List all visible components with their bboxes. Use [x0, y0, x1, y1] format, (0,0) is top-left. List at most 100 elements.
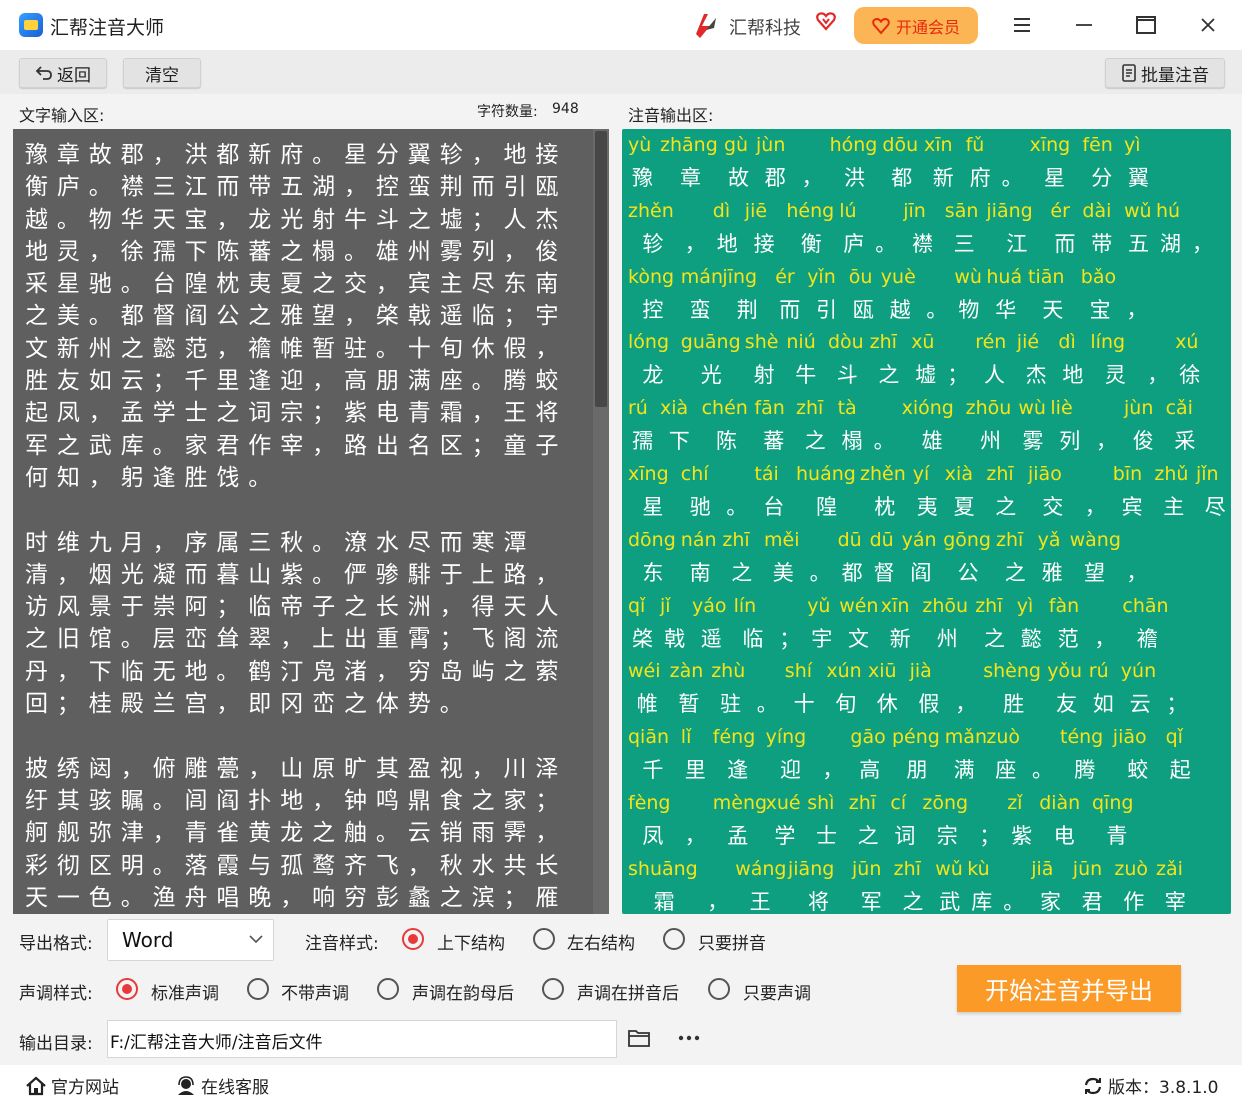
hanzi-char: 之 — [878, 363, 900, 388]
tone-radio-2[interactable] — [377, 978, 399, 1000]
pinyin-syllable: wǔ — [935, 857, 963, 880]
hanzi-char: 台 — [763, 495, 785, 519]
export-format-value: Word — [122, 928, 174, 952]
char-count-value: 948 — [552, 101, 579, 117]
pinyin-syllable: wéi — [628, 660, 661, 683]
input-area-label: 文字输入区: — [19, 106, 105, 125]
pinyin-syllable: gù — [724, 134, 749, 156]
clear-label: 清空 — [145, 65, 179, 86]
tone-option-2[interactable]: 声调在韵母后 — [412, 979, 514, 1004]
tone-radio-3[interactable] — [542, 978, 564, 1000]
maximize-icon[interactable] — [1131, 10, 1161, 40]
hanzi-char: 孺 — [632, 429, 653, 454]
tone-option-3[interactable]: 声调在拼音后 — [577, 979, 679, 1004]
hanzi-char: ， — [684, 824, 706, 848]
pinyin-syllable: shè — [744, 331, 779, 354]
pinyin-syllable: zàn — [669, 660, 704, 683]
hanzi-char: ， — [955, 692, 977, 717]
hanzi-char: 衡 — [800, 231, 822, 256]
style-option-2[interactable]: 只要拼音 — [698, 929, 766, 954]
batch-button[interactable]: 批量注音 — [1105, 58, 1225, 88]
pinyin-syllable: sān — [944, 199, 979, 222]
back-button[interactable]: 返回 — [19, 58, 107, 88]
input-scrollbar[interactable] — [593, 129, 609, 914]
hanzi-char: 帷 — [636, 692, 658, 717]
pinyin-syllable: qǐ — [1165, 726, 1183, 749]
pinyin-syllable: tái — [754, 463, 779, 485]
pinyin-syllable: shuāng — [628, 857, 698, 880]
vip-heart-icon — [872, 17, 890, 35]
tone-option-4[interactable]: 只要声调 — [743, 979, 811, 1004]
hanzi-char: ， — [1094, 626, 1116, 651]
hanzi-char: 光 — [700, 363, 722, 388]
minimize-icon[interactable] — [1069, 10, 1099, 40]
hanzi-char: 军 — [860, 889, 882, 914]
tone-option-0[interactable]: 标准声调 — [151, 979, 219, 1004]
pinyin-syllable: fèng — [628, 792, 671, 814]
hanzi-char: ； — [947, 363, 969, 388]
start-export-button[interactable]: 开始注音并导出 — [957, 965, 1181, 1012]
tone-radio-0[interactable] — [116, 978, 138, 1000]
pinyin-syllable: zhōu — [965, 397, 1012, 420]
official-site-link[interactable]: 官方网站 — [25, 1073, 119, 1098]
pinyin-syllable: yáo — [692, 594, 727, 617]
hanzi-char: 俊 — [1132, 429, 1154, 454]
output-dir-field[interactable]: F:/汇帮注音大师/注音后文件 — [107, 1020, 617, 1058]
hanzi-char: 暂 — [678, 692, 700, 717]
hanzi-char: 庐 — [843, 231, 865, 256]
hanzi-char: 瓯 — [852, 297, 874, 322]
output-row: kòng 控 mán 蛮 jīng 荆 ér 而 yǐn 引 ōu 瓯 yuè 越。 wù 物 huá 华 tiān… — [628, 266, 1228, 326]
vip-button[interactable]: 开通会员 — [854, 7, 978, 44]
input-text[interactable]: 豫章故郡，洪都新府。星分翼轸，地接衡庐。襟三江而带五湖，控蛮荆而引瓯越。物华天宝… — [25, 139, 590, 914]
hanzi-char: 豫 — [632, 166, 653, 190]
style-radio-1[interactable] — [533, 928, 555, 950]
hanzi-char: ， — [1084, 495, 1106, 519]
style-option-0[interactable]: 上下结构 — [437, 929, 505, 954]
pinyin-syllable: tà — [837, 397, 857, 420]
style-radio-0[interactable] — [402, 928, 424, 950]
pinyin-syllable: jiāo — [1112, 726, 1147, 749]
hanzi-char: 词 — [894, 824, 916, 848]
pinyin-syllable: dài — [1082, 199, 1112, 222]
hanzi-char: 驰 — [689, 495, 711, 519]
export-format-select[interactable]: Word — [107, 919, 274, 961]
folder-icon[interactable] — [627, 1028, 651, 1048]
pinyin-syllable: shèng — [983, 660, 1041, 683]
pinyin-syllable: wù — [954, 265, 982, 288]
tone-radio-4[interactable] — [708, 978, 730, 1000]
style-option-1[interactable]: 左右结构 — [567, 929, 635, 954]
menu-icon[interactable] — [1007, 10, 1037, 40]
pinyin-syllable: dì — [712, 199, 731, 222]
hanzi-char: 之 — [804, 429, 826, 454]
text-input-area[interactable]: 豫章故郡，洪都新府。星分翼轸，地接衡庐。襟三江而带五湖，控蛮荆而引瓯越。物华天宝… — [13, 129, 609, 914]
close-icon[interactable] — [1193, 10, 1223, 40]
tone-radio-1[interactable] — [247, 978, 269, 1000]
tone-option-1[interactable]: 不带声调 — [281, 979, 349, 1004]
app-logo-icon — [19, 13, 43, 37]
pinyin-syllable: zhù — [711, 660, 746, 683]
hanzi-char: 。 — [726, 495, 748, 519]
clear-button[interactable]: 清空 — [123, 58, 201, 88]
pinyin-syllable: mǎn — [944, 726, 987, 749]
hanzi-char: 之 — [984, 626, 1005, 651]
hanzi-char: 阎 — [910, 560, 932, 585]
hanzi-char: 故 — [728, 166, 749, 190]
home-icon — [26, 1076, 46, 1095]
more-icon[interactable] — [678, 1035, 700, 1041]
char-count-label: 字符数量: — [477, 104, 538, 120]
hanzi-char: 榻 — [841, 429, 863, 454]
pinyin-syllable: chān — [1122, 594, 1169, 617]
hanzi-char: 华 — [995, 297, 1017, 322]
hanzi-char: 懿 — [1020, 626, 1042, 651]
input-scrollbar-thumb[interactable] — [595, 131, 607, 407]
style-radio-2[interactable] — [663, 928, 685, 950]
pinyin-syllable: rén — [975, 331, 1007, 354]
hanzi-char: 州 — [980, 429, 1001, 454]
output-row: qiān 千 lǐ 里 féng 逢 yíng 迎 ， gāo 高 péng 朋 mǎn 满 zuò 座。 tén… — [628, 726, 1228, 786]
hanzi-char: 假 — [918, 692, 940, 717]
pinyin-syllable: lú — [839, 199, 857, 222]
online-service-link[interactable]: 在线客服 — [175, 1073, 269, 1098]
pinyin-syllable: jiā — [1031, 857, 1054, 880]
export-format-label: 导出格式: — [19, 934, 93, 954]
pinyin-syllable: dū — [837, 528, 862, 551]
